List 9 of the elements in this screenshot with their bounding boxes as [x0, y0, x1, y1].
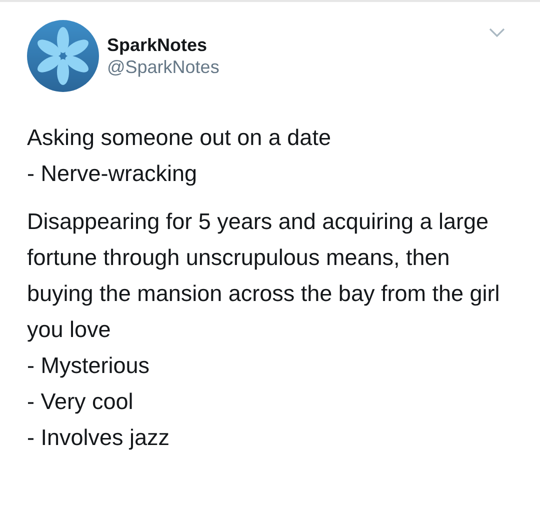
tweet-text: - Nerve-wracking: [27, 160, 198, 188]
tweet-text: - Very cool: [27, 388, 134, 416]
author-handle[interactable]: @SparkNotes: [107, 56, 220, 78]
tweet-text: Asking someone out on a date: [27, 124, 332, 152]
tweet-text: - Involves jazz: [27, 424, 171, 452]
tweet-text: Disappearing for 5 years and acquiring a large fortune through unscrupulous means, then buying the mansion across the bay from the girl you love: [27, 208, 501, 344]
author-name[interactable]: SparkNotes: [107, 34, 208, 56]
avatar-icon[interactable]: [27, 20, 99, 92]
tweet-text: - Mysterious: [27, 352, 151, 380]
